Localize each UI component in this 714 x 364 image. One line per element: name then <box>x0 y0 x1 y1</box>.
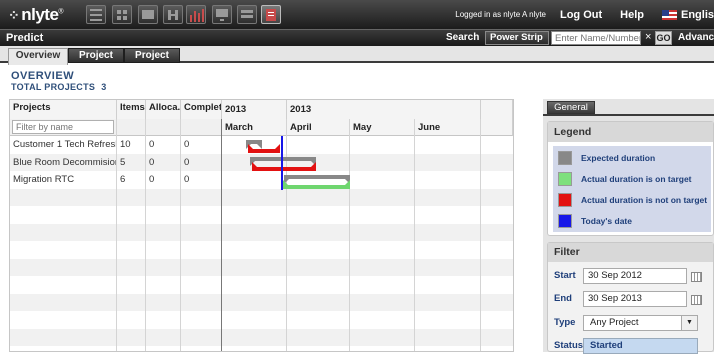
gray-swatch-icon <box>558 151 572 165</box>
column-header-completed[interactable]: Complet... <box>181 100 222 119</box>
go-button[interactable]: GO <box>655 31 672 45</box>
search-label: Search <box>446 32 480 43</box>
filter-title: Filter <box>548 243 713 262</box>
green-swatch-icon <box>558 172 572 186</box>
gantt-year-header: 2013 <box>222 100 287 119</box>
tab-bar: Overview Project Project <box>0 46 714 65</box>
type-select[interactable]: Any Project ▼ <box>583 315 698 331</box>
gantt-month-header: May <box>350 119 415 136</box>
rack-icon[interactable] <box>237 5 257 24</box>
end-label: End <box>554 293 572 304</box>
start-label: Start <box>554 270 576 281</box>
calendar-icon[interactable] <box>691 272 702 282</box>
allocated-cell: 0 <box>149 139 155 150</box>
floor-plan-icon[interactable] <box>112 5 132 24</box>
side-panel: General Legend Expected duration Actual … <box>543 99 714 354</box>
end-date-field[interactable]: 30 Sep 2013 <box>583 291 687 307</box>
logged-in-user: Logged in as nlyte A nlyte <box>455 10 546 19</box>
section-title: Predict <box>6 32 44 44</box>
items-cell: 5 <box>120 156 126 168</box>
red-swatch-icon <box>558 193 572 207</box>
page-title: OVERVIEW <box>11 70 75 82</box>
us-flag-icon <box>661 9 677 20</box>
predict-icon[interactable] <box>261 5 281 24</box>
completed-cell: 0 <box>184 139 190 150</box>
column-header-items[interactable]: Items <box>117 100 146 119</box>
allocated-cell: 0 <box>149 174 155 185</box>
asset-icon[interactable] <box>138 5 158 24</box>
tab-project-1[interactable]: Project <box>68 48 124 63</box>
gantt-year-header: 2013 <box>287 100 481 119</box>
column-header-projects[interactable]: Projects <box>10 100 117 119</box>
allocated-cell: 0 <box>149 156 155 168</box>
clear-search-icon[interactable]: × <box>645 31 651 43</box>
items-cell: 10 <box>120 139 131 150</box>
monitor-icon[interactable] <box>212 5 232 24</box>
tab-general[interactable]: General <box>547 101 595 114</box>
tab-project-2[interactable]: Project <box>124 48 180 63</box>
project-name-cell[interactable]: Migration RTC <box>10 171 116 188</box>
project-name-cell[interactable]: Blue Room Decommision Pr... <box>10 154 116 171</box>
project-name-cell[interactable]: Customer 1 Tech Refresh <box>10 136 116 153</box>
dashboard-icon[interactable] <box>86 5 106 24</box>
actual-duration-off-target-bar[interactable] <box>252 167 316 171</box>
actual-duration-on-target-bar[interactable] <box>283 185 350 189</box>
search-input[interactable] <box>551 31 641 45</box>
top-navigation-bar: ⁘ nlyte® Logged in as nlyte A nlyte Log O… <box>0 0 714 29</box>
today-marker <box>281 136 283 190</box>
legend-title: Legend <box>548 122 713 142</box>
secondary-bar: Predict Search Power Strip ▾ × GO Advanc… <box>0 29 714 55</box>
filter-by-name-input[interactable] <box>12 120 114 134</box>
tab-overview[interactable]: Overview <box>8 48 68 65</box>
language-selector[interactable]: Englis <box>661 9 714 21</box>
advanced-search-link[interactable]: Advanced <box>678 32 714 43</box>
actual-duration-off-target-bar[interactable] <box>248 149 280 153</box>
blue-swatch-icon <box>558 214 572 228</box>
legend-panel: Legend Expected duration Actual duration… <box>547 121 714 236</box>
start-date-field[interactable]: 30 Sep 2012 <box>583 268 687 284</box>
status-label: Status <box>554 340 584 351</box>
filter-panel: Filter Start 30 Sep 2012 End 30 Sep 2013… <box>547 242 714 354</box>
total-projects-count: 3 <box>101 82 107 92</box>
nlyte-logo: ⁘ nlyte® <box>8 5 64 24</box>
gantt-month-header: March <box>222 119 287 136</box>
chevron-down-icon: ▼ <box>681 316 697 330</box>
items-cell: 6 <box>120 174 126 185</box>
type-label: Type <box>554 317 576 328</box>
completed-cell: 0 <box>184 174 190 185</box>
total-projects: TOTAL PROJECTS 3 <box>11 82 107 92</box>
logout-link[interactable]: Log Out <box>560 9 602 21</box>
connections-icon[interactable] <box>163 5 183 24</box>
completed-cell: 0 <box>184 156 190 168</box>
gantt-month-header: June <box>415 119 481 136</box>
column-header-allocated[interactable]: Alloca... <box>146 100 181 119</box>
projects-gantt-grid: Projects Items Alloca... Complet... 2013… <box>9 99 514 352</box>
expected-duration-bar[interactable] <box>284 175 350 179</box>
search-type-dropdown[interactable]: Power Strip ▾ <box>485 31 549 55</box>
power-chart-icon[interactable] <box>186 5 206 24</box>
calendar-icon[interactable] <box>691 295 702 305</box>
help-link[interactable]: Help <box>620 9 644 21</box>
gantt-month-header: April <box>287 119 350 136</box>
expected-duration-bar[interactable] <box>250 157 316 161</box>
